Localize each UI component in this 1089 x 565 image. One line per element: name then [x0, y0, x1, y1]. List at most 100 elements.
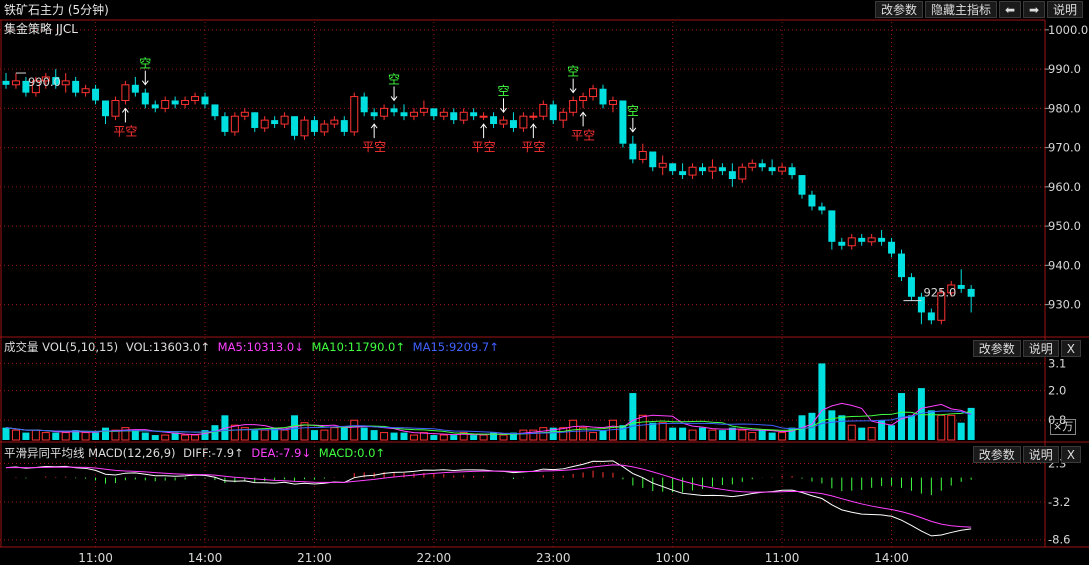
volume-bar: [947, 414, 956, 441]
signal-label: 平空: [571, 128, 595, 142]
time-tick-label: 22:00: [417, 551, 452, 565]
candle-body: [390, 108, 398, 113]
macd-diff: DIFF:-7.9↑: [183, 446, 244, 460]
volume-bar: [470, 435, 478, 440]
y-axis-labels: 1000.0 990.0 980.0 970.0 960.0 950.0 940.0 930.…: [1048, 23, 1088, 547]
edit-params-button[interactable]: 改参数: [874, 1, 923, 18]
price-tick-label: 1000.0: [1048, 23, 1088, 37]
volume-bar: [479, 434, 488, 441]
hide-main-indicator-button[interactable]: 隐藏主指标: [924, 1, 997, 18]
candle-body: [380, 107, 389, 117]
candle-body: [490, 116, 498, 125]
candle-body: [638, 151, 647, 160]
volume-tick-label: 3.1: [1048, 356, 1066, 370]
candle-body: [81, 88, 90, 94]
volume-bar: [718, 430, 726, 440]
candle-body: [181, 100, 190, 105]
signal-label: 空: [388, 72, 400, 86]
volume-close-button[interactable]: X: [1060, 340, 1081, 357]
volume-bar: [539, 427, 548, 441]
volume-edit-params-button[interactable]: 改参数: [972, 340, 1021, 357]
volume-bar: [61, 432, 70, 441]
candle-body: [221, 116, 229, 132]
volume-bar: [758, 430, 766, 440]
candle-body: [121, 84, 130, 102]
volume-ma-lines: [5, 402, 972, 436]
volume-bar: [658, 422, 667, 441]
price-tick-label: 980.0: [1048, 101, 1081, 115]
macd-pane-title: 平滑异同平均线 MACD(12,26,9) DIFF:-7.9↑ DEA:-7.…: [4, 445, 385, 461]
macd-pane-name: 平滑异同平均线: [4, 446, 85, 460]
volume-bar: [52, 432, 60, 440]
signal-label: 平空: [472, 140, 496, 154]
volume-bar: [92, 432, 100, 440]
volume-bar: [340, 427, 348, 440]
volume-ma-line: [5, 402, 972, 436]
volume-bar: [370, 430, 378, 440]
volume-bar: [838, 415, 846, 440]
candle-body: [419, 107, 428, 113]
volume-bar: [559, 427, 568, 441]
candle-body: [201, 96, 209, 105]
candle-body: [499, 119, 508, 125]
candle-body: [569, 100, 578, 113]
candle-body: [679, 171, 687, 176]
volume-bar: [280, 429, 289, 441]
volume-pane-name: 成交量: [4, 340, 39, 354]
arrow-right-icon[interactable]: ➡: [1022, 1, 1045, 18]
macd-dea: DEA:-7.9↓: [251, 446, 312, 460]
volume-indicator: VOL(5,10,15): [42, 340, 119, 354]
arrow-left-icon[interactable]: ⬅: [998, 1, 1021, 18]
volume-bar: [589, 432, 598, 441]
volume-bar: [888, 425, 896, 440]
help-button[interactable]: 说明: [1046, 1, 1083, 18]
signal-label: 平空: [521, 140, 545, 154]
macd-help-button[interactable]: 说明: [1022, 446, 1059, 463]
volume-bar: [649, 422, 657, 440]
candle-body: [131, 84, 139, 93]
volume-unit-label: ×万: [1050, 419, 1077, 435]
candle-body: [151, 104, 159, 109]
candle-body: [798, 175, 806, 195]
candle-body: [529, 115, 538, 118]
volume-bar: [2, 427, 10, 440]
volume-bar: [828, 410, 836, 440]
candle-body: [718, 167, 726, 172]
macd-dea-line: [5, 464, 972, 528]
signal-label: 空: [567, 65, 579, 79]
volume-bar: [818, 363, 826, 440]
candle-body: [141, 92, 149, 105]
volume-bar: [638, 414, 647, 441]
high-price-label: 990.0: [28, 75, 61, 89]
candle-body: [878, 237, 886, 242]
candle-body: [549, 104, 557, 121]
volume-ma10: MA10:11790.0↑: [311, 340, 406, 354]
volume-bar: [688, 429, 697, 441]
volume-bar: [400, 432, 408, 440]
candle-body: [509, 120, 517, 128]
candle-body: [758, 163, 766, 168]
macd-edit-params-button[interactable]: 改参数: [972, 446, 1021, 463]
macd-tick-label: -3.2: [1048, 495, 1070, 509]
signal-label: 空: [139, 57, 151, 71]
candle-body: [211, 104, 219, 117]
time-tick-label: 21:00: [297, 551, 332, 565]
candle-body: [61, 80, 70, 86]
time-tick-label: 23:00: [536, 551, 571, 565]
price-tick-label: 990.0: [1048, 62, 1081, 76]
macd-histogram: [15, 470, 972, 496]
volume-help-button[interactable]: 说明: [1022, 340, 1059, 357]
price-tick-label: 960.0: [1048, 180, 1081, 194]
candle-body: [11, 80, 20, 86]
candle-body: [599, 88, 607, 105]
volume-bar: [669, 427, 677, 440]
volume-bar: [738, 429, 747, 441]
candle-body: [858, 237, 866, 242]
volume-bars: [2, 363, 975, 441]
candle-body: [867, 237, 876, 243]
macd-close-button[interactable]: X: [1060, 446, 1081, 463]
volume-bar: [937, 414, 946, 441]
candle-body: [748, 162, 757, 168]
volume-bar: [360, 427, 368, 440]
price-tick-label: 970.0: [1048, 141, 1081, 155]
